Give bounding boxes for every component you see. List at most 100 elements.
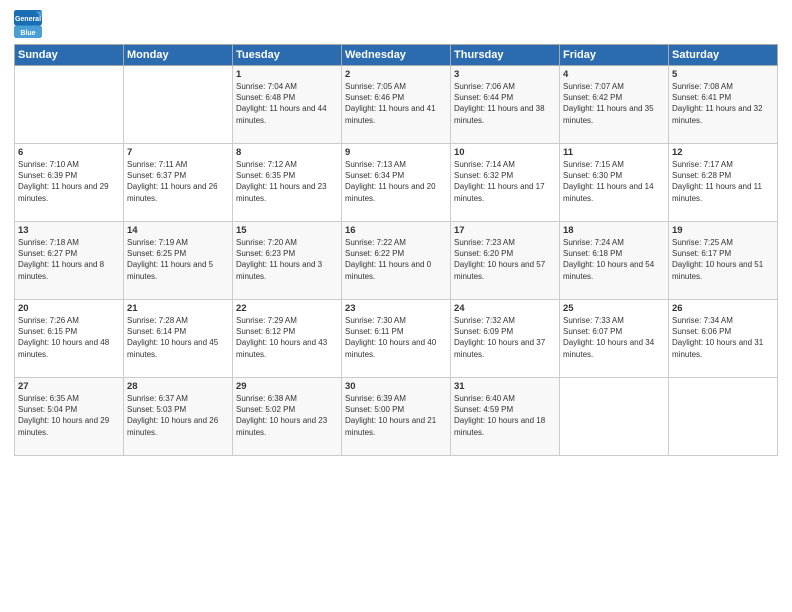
day-cell xyxy=(560,378,669,456)
day-number: 31 xyxy=(454,381,556,392)
svg-text:General: General xyxy=(15,16,41,23)
day-cell xyxy=(124,66,233,144)
day-info: Sunrise: 7:32 AM Sunset: 6:09 PM Dayligh… xyxy=(454,315,556,360)
day-info: Sunrise: 7:18 AM Sunset: 6:27 PM Dayligh… xyxy=(18,237,120,282)
calendar-table: SundayMondayTuesdayWednesdayThursdayFrid… xyxy=(14,44,778,456)
day-cell: 11Sunrise: 7:15 AM Sunset: 6:30 PM Dayli… xyxy=(560,144,669,222)
day-info: Sunrise: 7:11 AM Sunset: 6:37 PM Dayligh… xyxy=(127,159,229,204)
day-number: 3 xyxy=(454,69,556,80)
day-info: Sunrise: 7:05 AM Sunset: 6:46 PM Dayligh… xyxy=(345,81,447,126)
header: General Blue xyxy=(14,10,778,38)
day-number: 2 xyxy=(345,69,447,80)
day-number: 26 xyxy=(672,303,774,314)
day-cell: 21Sunrise: 7:28 AM Sunset: 6:14 PM Dayli… xyxy=(124,300,233,378)
day-number: 13 xyxy=(18,225,120,236)
day-cell: 27Sunrise: 6:35 AM Sunset: 5:04 PM Dayli… xyxy=(15,378,124,456)
day-cell: 25Sunrise: 7:33 AM Sunset: 6:07 PM Dayli… xyxy=(560,300,669,378)
day-info: Sunrise: 7:25 AM Sunset: 6:17 PM Dayligh… xyxy=(672,237,774,282)
day-info: Sunrise: 6:39 AM Sunset: 5:00 PM Dayligh… xyxy=(345,393,447,438)
week-row-4: 20Sunrise: 7:26 AM Sunset: 6:15 PM Dayli… xyxy=(15,300,778,378)
logo: General Blue xyxy=(14,10,42,38)
calendar-container: General Blue SundayMondayTuesdayWednesda… xyxy=(0,0,792,612)
day-cell: 12Sunrise: 7:17 AM Sunset: 6:28 PM Dayli… xyxy=(669,144,778,222)
day-info: Sunrise: 7:04 AM Sunset: 6:48 PM Dayligh… xyxy=(236,81,338,126)
day-cell: 2Sunrise: 7:05 AM Sunset: 6:46 PM Daylig… xyxy=(342,66,451,144)
day-cell: 1Sunrise: 7:04 AM Sunset: 6:48 PM Daylig… xyxy=(233,66,342,144)
day-number: 14 xyxy=(127,225,229,236)
day-cell: 10Sunrise: 7:14 AM Sunset: 6:32 PM Dayli… xyxy=(451,144,560,222)
day-number: 9 xyxy=(345,147,447,158)
day-number: 28 xyxy=(127,381,229,392)
day-number: 25 xyxy=(563,303,665,314)
day-number: 22 xyxy=(236,303,338,314)
day-number: 21 xyxy=(127,303,229,314)
day-info: Sunrise: 7:13 AM Sunset: 6:34 PM Dayligh… xyxy=(345,159,447,204)
day-info: Sunrise: 7:33 AM Sunset: 6:07 PM Dayligh… xyxy=(563,315,665,360)
day-info: Sunrise: 7:15 AM Sunset: 6:30 PM Dayligh… xyxy=(563,159,665,204)
week-row-3: 13Sunrise: 7:18 AM Sunset: 6:27 PM Dayli… xyxy=(15,222,778,300)
day-cell: 30Sunrise: 6:39 AM Sunset: 5:00 PM Dayli… xyxy=(342,378,451,456)
day-cell: 3Sunrise: 7:06 AM Sunset: 6:44 PM Daylig… xyxy=(451,66,560,144)
weekday-header-sunday: Sunday xyxy=(15,45,124,66)
day-number: 30 xyxy=(345,381,447,392)
day-cell: 4Sunrise: 7:07 AM Sunset: 6:42 PM Daylig… xyxy=(560,66,669,144)
day-cell: 6Sunrise: 7:10 AM Sunset: 6:39 PM Daylig… xyxy=(15,144,124,222)
day-cell: 29Sunrise: 6:38 AM Sunset: 5:02 PM Dayli… xyxy=(233,378,342,456)
day-info: Sunrise: 7:22 AM Sunset: 6:22 PM Dayligh… xyxy=(345,237,447,282)
day-info: Sunrise: 7:20 AM Sunset: 6:23 PM Dayligh… xyxy=(236,237,338,282)
day-info: Sunrise: 7:14 AM Sunset: 6:32 PM Dayligh… xyxy=(454,159,556,204)
week-row-5: 27Sunrise: 6:35 AM Sunset: 5:04 PM Dayli… xyxy=(15,378,778,456)
day-info: Sunrise: 6:38 AM Sunset: 5:02 PM Dayligh… xyxy=(236,393,338,438)
day-number: 23 xyxy=(345,303,447,314)
day-info: Sunrise: 7:17 AM Sunset: 6:28 PM Dayligh… xyxy=(672,159,774,204)
weekday-header-row: SundayMondayTuesdayWednesdayThursdayFrid… xyxy=(15,45,778,66)
day-number: 5 xyxy=(672,69,774,80)
day-cell: 24Sunrise: 7:32 AM Sunset: 6:09 PM Dayli… xyxy=(451,300,560,378)
day-info: Sunrise: 7:10 AM Sunset: 6:39 PM Dayligh… xyxy=(18,159,120,204)
day-cell: 7Sunrise: 7:11 AM Sunset: 6:37 PM Daylig… xyxy=(124,144,233,222)
svg-text:Blue: Blue xyxy=(20,30,35,37)
day-number: 17 xyxy=(454,225,556,236)
day-cell: 26Sunrise: 7:34 AM Sunset: 6:06 PM Dayli… xyxy=(669,300,778,378)
day-info: Sunrise: 7:08 AM Sunset: 6:41 PM Dayligh… xyxy=(672,81,774,126)
day-cell: 22Sunrise: 7:29 AM Sunset: 6:12 PM Dayli… xyxy=(233,300,342,378)
weekday-header-friday: Friday xyxy=(560,45,669,66)
day-info: Sunrise: 7:30 AM Sunset: 6:11 PM Dayligh… xyxy=(345,315,447,360)
day-info: Sunrise: 7:06 AM Sunset: 6:44 PM Dayligh… xyxy=(454,81,556,126)
day-cell: 31Sunrise: 6:40 AM Sunset: 4:59 PM Dayli… xyxy=(451,378,560,456)
weekday-header-saturday: Saturday xyxy=(669,45,778,66)
day-cell: 14Sunrise: 7:19 AM Sunset: 6:25 PM Dayli… xyxy=(124,222,233,300)
day-number: 11 xyxy=(563,147,665,158)
weekday-header-wednesday: Wednesday xyxy=(342,45,451,66)
day-cell: 5Sunrise: 7:08 AM Sunset: 6:41 PM Daylig… xyxy=(669,66,778,144)
day-info: Sunrise: 7:07 AM Sunset: 6:42 PM Dayligh… xyxy=(563,81,665,126)
day-cell: 8Sunrise: 7:12 AM Sunset: 6:35 PM Daylig… xyxy=(233,144,342,222)
day-info: Sunrise: 6:40 AM Sunset: 4:59 PM Dayligh… xyxy=(454,393,556,438)
day-info: Sunrise: 7:29 AM Sunset: 6:12 PM Dayligh… xyxy=(236,315,338,360)
day-number: 18 xyxy=(563,225,665,236)
day-info: Sunrise: 6:35 AM Sunset: 5:04 PM Dayligh… xyxy=(18,393,120,438)
day-info: Sunrise: 7:12 AM Sunset: 6:35 PM Dayligh… xyxy=(236,159,338,204)
day-number: 15 xyxy=(236,225,338,236)
day-number: 24 xyxy=(454,303,556,314)
day-cell xyxy=(15,66,124,144)
day-cell: 9Sunrise: 7:13 AM Sunset: 6:34 PM Daylig… xyxy=(342,144,451,222)
day-info: Sunrise: 7:26 AM Sunset: 6:15 PM Dayligh… xyxy=(18,315,120,360)
day-number: 7 xyxy=(127,147,229,158)
day-cell: 13Sunrise: 7:18 AM Sunset: 6:27 PM Dayli… xyxy=(15,222,124,300)
day-number: 12 xyxy=(672,147,774,158)
day-number: 16 xyxy=(345,225,447,236)
day-number: 10 xyxy=(454,147,556,158)
weekday-header-tuesday: Tuesday xyxy=(233,45,342,66)
logo-icon: General Blue xyxy=(14,10,42,38)
day-cell: 28Sunrise: 6:37 AM Sunset: 5:03 PM Dayli… xyxy=(124,378,233,456)
week-row-1: 1Sunrise: 7:04 AM Sunset: 6:48 PM Daylig… xyxy=(15,66,778,144)
day-info: Sunrise: 7:28 AM Sunset: 6:14 PM Dayligh… xyxy=(127,315,229,360)
day-number: 27 xyxy=(18,381,120,392)
day-info: Sunrise: 6:37 AM Sunset: 5:03 PM Dayligh… xyxy=(127,393,229,438)
day-cell: 19Sunrise: 7:25 AM Sunset: 6:17 PM Dayli… xyxy=(669,222,778,300)
day-number: 8 xyxy=(236,147,338,158)
day-cell: 18Sunrise: 7:24 AM Sunset: 6:18 PM Dayli… xyxy=(560,222,669,300)
day-cell: 23Sunrise: 7:30 AM Sunset: 6:11 PM Dayli… xyxy=(342,300,451,378)
day-info: Sunrise: 7:34 AM Sunset: 6:06 PM Dayligh… xyxy=(672,315,774,360)
